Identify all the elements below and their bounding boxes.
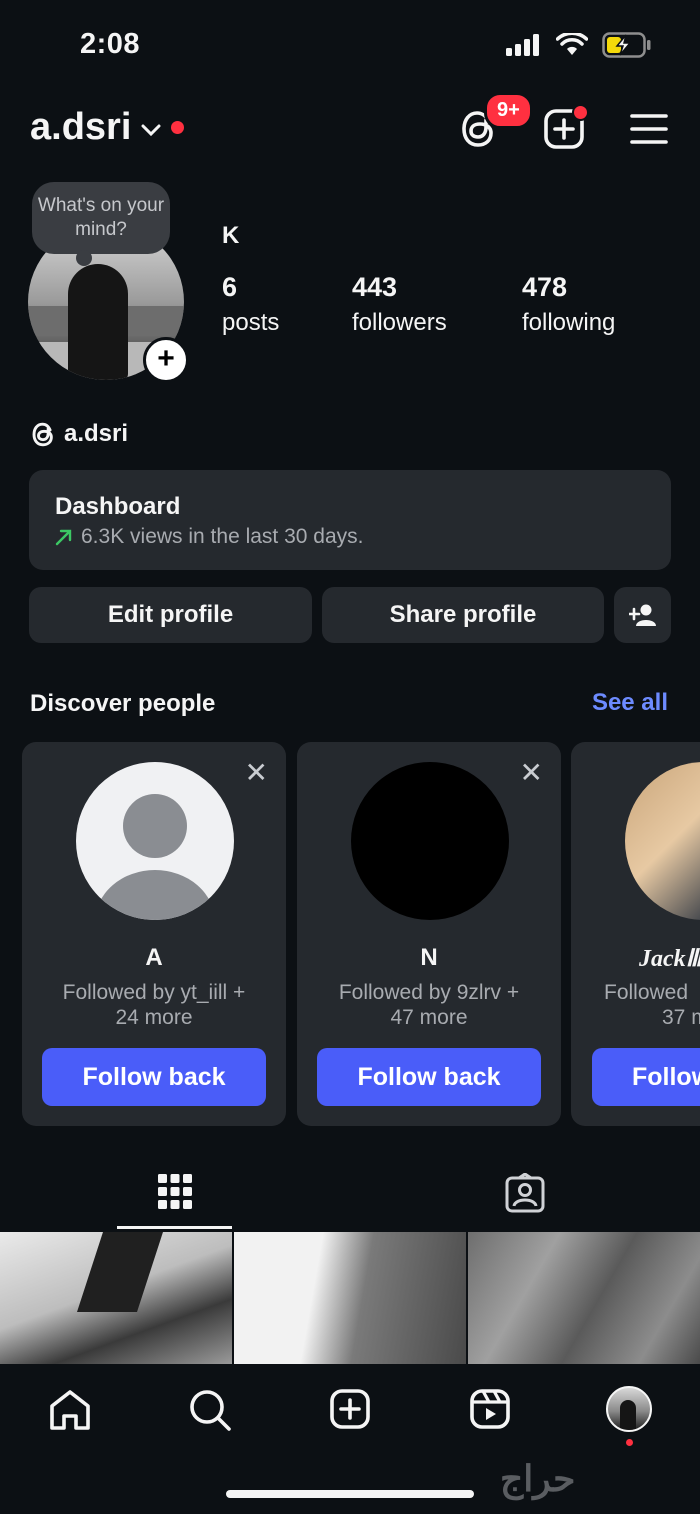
suggestion-mutuals: Followed 37 m — [604, 980, 700, 1030]
following-label: following — [522, 309, 616, 336]
watermark: حراج — [500, 1458, 576, 1499]
posts-grid-tab-icon[interactable] — [157, 1172, 193, 1212]
post-thumbnail[interactable] — [468, 1232, 700, 1364]
followers-label: followers — [352, 309, 447, 336]
follow-button[interactable]: Follow — [592, 1048, 700, 1106]
posts-label: posts — [222, 309, 280, 336]
suggestion-followed-by: Followed by 9zlrv + — [338, 981, 520, 1004]
edit-profile-button[interactable]: Edit profile — [29, 587, 312, 643]
suggestion-card[interactable]: ✕ N Followed by 9zlrv + 47 more Follow b… — [297, 742, 561, 1126]
following-count: 478 — [522, 272, 568, 302]
home-indicator — [226, 1490, 474, 1498]
account-switcher[interactable]: a.dsri — [30, 106, 185, 149]
threads-icon — [32, 422, 53, 446]
suggestion-name: A — [145, 944, 163, 971]
share-profile-button[interactable]: Share profile — [322, 587, 604, 643]
trend-up-icon — [55, 529, 72, 546]
dismiss-suggestion-close-icon[interactable]: ✕ — [520, 756, 543, 789]
note-text: What's on your mind? — [37, 195, 165, 240]
menu-icon[interactable] — [630, 112, 668, 146]
suggestion-name: N — [420, 944, 438, 971]
dashboard-subtitle: 6.3K views in the last 30 days. — [81, 525, 364, 548]
suggestion-followed-by: Followed — [604, 981, 689, 1004]
follow-back-button[interactable]: Follow back — [317, 1048, 541, 1106]
suggestion-avatar[interactable] — [625, 762, 700, 920]
suggestion-card[interactable]: ✕ A Followed by yt_iill + 24 more Follow… — [22, 742, 286, 1126]
default-avatar-icon — [76, 762, 234, 920]
profile-notification-dot — [626, 1439, 633, 1446]
home-icon[interactable] — [48, 1388, 92, 1432]
professional-dashboard[interactable]: Dashboard 6.3K views in the last 30 days… — [29, 470, 671, 570]
search-icon[interactable] — [188, 1388, 232, 1432]
suggestion-card[interactable]: JackⅢ Followed 37 m Follow — [571, 742, 700, 1126]
suggestion-more: 37 m — [662, 1006, 700, 1029]
display-name: K — [222, 222, 240, 249]
followers-count: 443 — [352, 272, 398, 302]
threads-notification-badge: 9+ — [484, 92, 533, 129]
suggestion-avatar[interactable] — [351, 762, 509, 920]
suggestion-name: JackⅢ — [639, 946, 700, 972]
posts-stat[interactable]: 6 posts — [222, 272, 279, 337]
suggestion-mutuals: Followed by yt_iill + 24 more — [42, 980, 266, 1030]
suggestion-more: 47 more — [390, 1006, 468, 1029]
battery-charging-icon — [602, 32, 651, 58]
followers-stat[interactable]: 443 followers — [352, 272, 447, 337]
status-icons — [506, 32, 652, 58]
chevron-down-icon — [141, 124, 161, 136]
suggestion-mutuals: Followed by 9zlrv + 47 more — [317, 980, 541, 1030]
following-stat[interactable]: 478 following — [522, 272, 615, 337]
status-time: 2:08 — [80, 28, 141, 60]
discover-people-title: Discover people — [30, 690, 216, 717]
threads-profile-link[interactable]: a.dsri — [30, 420, 128, 448]
see-all-link[interactable]: See all — [592, 689, 668, 717]
suggestion-followed-by: Followed by yt_iill + — [62, 981, 246, 1004]
post-thumbnail[interactable] — [234, 1232, 466, 1364]
add-story-button[interactable]: + — [143, 337, 189, 383]
create-icon[interactable] — [329, 1388, 371, 1430]
username-label: a.dsri — [30, 106, 132, 148]
tagged-tab-icon[interactable] — [505, 1173, 545, 1213]
create-notification-dot — [572, 104, 589, 121]
dismiss-suggestion-close-icon[interactable]: ✕ — [245, 756, 268, 789]
discover-people-toggle[interactable] — [614, 587, 671, 643]
add-person-icon — [628, 604, 656, 626]
note-bubble[interactable]: What's on your mind? — [32, 182, 170, 266]
notification-dot — [171, 121, 185, 134]
suggestion-avatar[interactable] — [76, 762, 234, 920]
profile-tab-avatar[interactable] — [606, 1386, 652, 1432]
post-thumbnail[interactable] — [0, 1232, 232, 1364]
suggestion-more: 24 more — [115, 1006, 193, 1029]
threads-handle: a.dsri — [64, 420, 129, 447]
wifi-icon — [556, 33, 588, 55]
active-tab-indicator — [117, 1226, 232, 1229]
dashboard-title: Dashboard — [55, 493, 181, 520]
cellular-signal-icon — [506, 34, 539, 56]
posts-count: 6 — [222, 272, 238, 302]
reels-icon[interactable] — [469, 1388, 511, 1430]
follow-back-button[interactable]: Follow back — [42, 1048, 266, 1106]
dashboard-subtitle-row: 6.3K views in the last 30 days. — [55, 525, 364, 549]
